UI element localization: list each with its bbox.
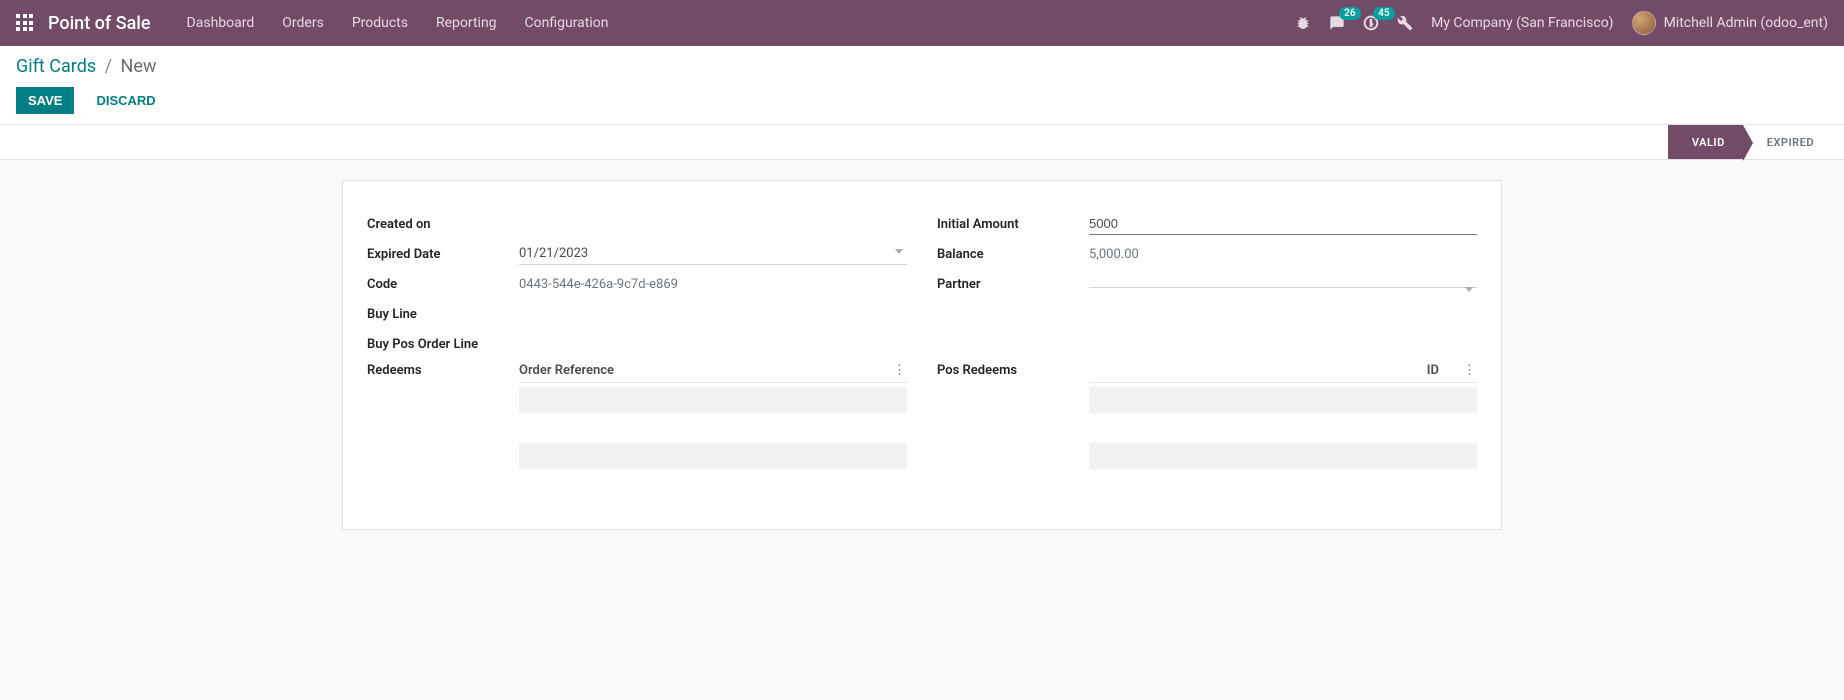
kebab-icon[interactable]: ⋮ (1459, 363, 1477, 378)
label-pos-redeems: Pos Redeems (937, 359, 1089, 378)
apps-icon[interactable] (16, 14, 34, 32)
app-title[interactable]: Point of Sale (48, 13, 151, 34)
status-valid[interactable]: VALID (1668, 125, 1743, 159)
nav-dashboard[interactable]: Dashboard (187, 15, 255, 31)
breadcrumb: Gift Cards / New (16, 56, 1828, 77)
col-id[interactable]: ID (1089, 363, 1459, 378)
table-row[interactable] (519, 443, 907, 469)
avatar (1632, 11, 1656, 35)
form-sheet: Created on Expired Date 01/21/2023 Code … (342, 180, 1502, 530)
table-row[interactable] (519, 387, 907, 413)
user-name: Mitchell Admin (odoo_ent) (1664, 15, 1828, 31)
label-buy-pos-order-line: Buy Pos Order Line (367, 337, 519, 352)
pos-redeems-table: ID ⋮ (1089, 359, 1477, 469)
table-row[interactable] (1089, 443, 1477, 469)
main-navbar: Point of Sale Dashboard Orders Products … (0, 0, 1844, 46)
messages-badge: 26 (1339, 7, 1360, 20)
kebab-icon[interactable]: ⋮ (889, 363, 907, 378)
input-partner[interactable] (1089, 281, 1477, 288)
status-expired[interactable]: EXPIRED (1743, 125, 1832, 159)
value-balance: 5,000.00 (1089, 247, 1477, 262)
label-buy-line: Buy Line (367, 307, 519, 322)
activities-badge: 45 (1373, 7, 1394, 20)
label-partner: Partner (937, 277, 1089, 292)
nav-orders[interactable]: Orders (282, 15, 324, 31)
label-expired-date: Expired Date (367, 247, 519, 262)
breadcrumb-current: New (121, 56, 157, 77)
label-created-on: Created on (367, 217, 519, 232)
redeems-table: Order Reference ⋮ (519, 359, 907, 469)
value-code: 0443-544e-426a-9c7d-e869 (519, 277, 907, 292)
nav-reporting[interactable]: Reporting (436, 15, 497, 31)
label-code: Code (367, 277, 519, 292)
nav-menu: Dashboard Orders Products Reporting Conf… (187, 15, 609, 31)
save-button[interactable]: SAVE (16, 87, 74, 114)
activities-icon[interactable]: 45 (1363, 15, 1379, 31)
label-balance: Balance (937, 247, 1089, 262)
tools-icon[interactable] (1397, 15, 1413, 31)
breadcrumb-root[interactable]: Gift Cards (16, 56, 96, 77)
company-selector[interactable]: My Company (San Francisco) (1431, 15, 1613, 31)
statusbar: VALID EXPIRED (0, 124, 1844, 160)
table-row[interactable] (1089, 387, 1477, 413)
nav-configuration[interactable]: Configuration (525, 15, 609, 31)
messages-icon[interactable]: 26 (1329, 15, 1345, 31)
debug-icon[interactable] (1295, 15, 1311, 31)
label-initial-amount: Initial Amount (937, 217, 1089, 232)
chevron-down-icon (1465, 287, 1473, 292)
user-menu[interactable]: Mitchell Admin (odoo_ent) (1632, 11, 1828, 35)
col-order-reference[interactable]: Order Reference (519, 363, 889, 378)
input-initial-amount[interactable] (1089, 213, 1477, 235)
input-expired-date[interactable]: 01/21/2023 (519, 243, 907, 265)
label-redeems: Redeems (367, 359, 519, 378)
control-panel: Gift Cards / New SAVE DISCARD (0, 46, 1844, 124)
chevron-down-icon (895, 249, 903, 254)
discard-button[interactable]: DISCARD (84, 87, 167, 114)
nav-products[interactable]: Products (352, 15, 408, 31)
